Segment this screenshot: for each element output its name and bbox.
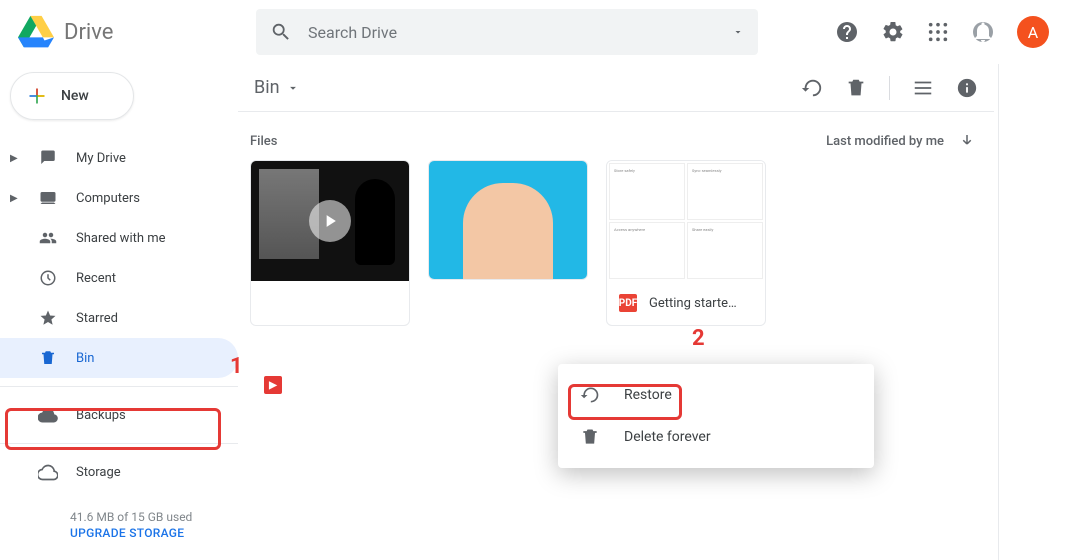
expand-icon: ▶ bbox=[10, 193, 20, 204]
upgrade-storage-link[interactable]: UPGRADE STORAGE bbox=[70, 526, 238, 540]
sidebar-item-label: Storage bbox=[76, 465, 121, 480]
search-box[interactable] bbox=[256, 9, 758, 55]
arrow-down-icon bbox=[958, 132, 976, 150]
account-avatar[interactable]: A bbox=[1017, 16, 1049, 48]
shared-icon bbox=[38, 229, 58, 247]
file-tile[interactable]: ▶ bbox=[250, 160, 410, 326]
sidebar-divider bbox=[0, 386, 238, 387]
new-button[interactable]: New bbox=[10, 72, 134, 120]
breadcrumb[interactable]: Bin bbox=[254, 77, 300, 98]
search-options-icon[interactable] bbox=[732, 26, 744, 38]
sidebar-item-recent[interactable]: Recent bbox=[0, 258, 238, 298]
pdf-preview-cell: Store safely bbox=[609, 163, 685, 220]
sidebar-item-label: Computers bbox=[76, 191, 140, 206]
toolbar: Bin bbox=[238, 64, 994, 112]
file-thumbnail: Store safely Sync seamlessly Access anyw… bbox=[607, 161, 765, 281]
annotation-number-1: 1 bbox=[230, 354, 243, 379]
sidebar-item-label: My Drive bbox=[76, 151, 126, 166]
breadcrumb-label: Bin bbox=[254, 77, 280, 98]
toolbar-divider bbox=[889, 76, 890, 100]
section-header: Files Last modified by me bbox=[238, 112, 994, 160]
context-menu-label: Delete forever bbox=[624, 429, 711, 445]
sidebar-item-my-drive[interactable]: ▶ My Drive bbox=[0, 138, 238, 178]
sort-label: Last modified by me bbox=[826, 134, 944, 149]
restore-icon bbox=[580, 385, 600, 405]
app-name: Drive bbox=[64, 20, 113, 45]
apps-grid-icon[interactable] bbox=[927, 21, 949, 43]
restore-toolbar-icon[interactable] bbox=[801, 77, 823, 99]
context-menu-restore[interactable]: Restore bbox=[558, 374, 874, 416]
expand-icon: ▶ bbox=[10, 153, 20, 164]
logo-area[interactable]: Drive bbox=[18, 14, 256, 50]
recent-icon bbox=[38, 269, 58, 287]
file-name: Getting starte… bbox=[649, 296, 737, 311]
trash-icon bbox=[580, 427, 600, 447]
sidebar-divider bbox=[0, 443, 238, 444]
my-drive-icon bbox=[38, 149, 58, 167]
file-tile[interactable]: Store safely Sync seamlessly Access anyw… bbox=[606, 160, 766, 326]
plus-icon bbox=[27, 86, 47, 106]
right-border bbox=[998, 64, 999, 560]
pdf-preview-cell: Share easily bbox=[687, 222, 763, 279]
search-input[interactable] bbox=[308, 23, 716, 42]
file-thumbnail bbox=[429, 161, 587, 279]
storage-icon bbox=[38, 462, 58, 482]
header-actions: A bbox=[835, 16, 1057, 48]
section-title: Files bbox=[250, 134, 277, 149]
new-button-label: New bbox=[61, 88, 89, 104]
list-view-icon[interactable] bbox=[912, 77, 934, 99]
computers-icon bbox=[38, 189, 58, 207]
main-area: Bin Files Last modified by me bbox=[238, 64, 1069, 560]
storage-block: 41.6 MB of 15 GB used UPGRADE STORAGE bbox=[0, 492, 238, 540]
chevron-down-icon bbox=[286, 81, 300, 95]
sidebar-item-label: Shared with me bbox=[76, 231, 166, 246]
sidebar-item-label: Bin bbox=[76, 351, 94, 366]
delete-toolbar-icon[interactable] bbox=[845, 77, 867, 99]
context-menu-label: Restore bbox=[624, 387, 672, 403]
sidebar-item-computers[interactable]: ▶ Computers bbox=[0, 178, 238, 218]
sidebar-item-label: Recent bbox=[76, 271, 116, 286]
search-icon bbox=[270, 21, 292, 43]
file-tile[interactable] bbox=[428, 160, 588, 280]
pdf-preview-cell: Access anywhere bbox=[609, 222, 685, 279]
play-icon bbox=[309, 200, 351, 242]
file-grid: ▶ Store safely Sync seamlessly Access an… bbox=[238, 160, 994, 326]
file-thumbnail bbox=[251, 161, 409, 281]
cloud-icon bbox=[38, 405, 58, 425]
storage-usage-text: 41.6 MB of 15 GB used bbox=[70, 510, 238, 524]
sidebar: New ▶ My Drive ▶ Computers Shared with m… bbox=[0, 64, 238, 560]
pdf-preview-cell: Sync seamlessly bbox=[687, 163, 763, 220]
notifications-icon[interactable] bbox=[971, 20, 995, 44]
sidebar-item-bin[interactable]: Bin bbox=[0, 338, 238, 378]
context-menu: Restore Delete forever bbox=[558, 364, 874, 468]
trash-icon bbox=[38, 349, 58, 367]
star-icon bbox=[38, 309, 58, 327]
annotation-number-2: 2 bbox=[692, 326, 705, 351]
sidebar-item-shared[interactable]: Shared with me bbox=[0, 218, 238, 258]
header: Drive A bbox=[0, 0, 1069, 64]
sidebar-item-storage[interactable]: Storage bbox=[0, 452, 238, 492]
help-icon[interactable] bbox=[835, 20, 859, 44]
filetype-pdf-icon: PDF bbox=[619, 294, 637, 312]
sidebar-item-label: Starred bbox=[76, 311, 118, 326]
sidebar-item-backups[interactable]: Backups bbox=[0, 395, 238, 435]
info-icon[interactable] bbox=[956, 77, 978, 99]
sidebar-item-label: Backups bbox=[76, 408, 126, 423]
sidebar-item-starred[interactable]: Starred bbox=[0, 298, 238, 338]
drive-logo-icon bbox=[18, 14, 54, 50]
sort-control[interactable]: Last modified by me bbox=[826, 132, 976, 150]
filetype-video-icon: ▶ bbox=[264, 376, 282, 394]
context-menu-delete-forever[interactable]: Delete forever bbox=[558, 416, 874, 458]
settings-icon[interactable] bbox=[881, 20, 905, 44]
